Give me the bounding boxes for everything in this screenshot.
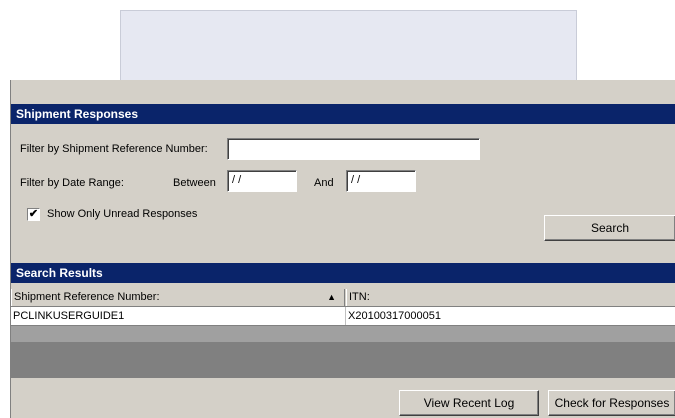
check-for-responses-button[interactable]: Check for Responses [548,390,675,416]
date-from-input[interactable]: / / [227,170,297,192]
search-results-header: Search Results [11,263,675,283]
cell-itn: X20100317000051 [348,310,441,322]
sort-ascending-icon: ▲ [327,292,336,302]
date-range-label: Filter by Date Range: [20,177,124,189]
view-recent-log-button[interactable]: View Recent Log [399,390,539,416]
shipment-responses-header: Shipment Responses [11,104,675,124]
footer-bar: View Recent Log Check for Responses [11,378,675,418]
date-to-input[interactable]: / / [346,170,416,192]
grid-empty-area [11,326,675,342]
unread-label: Show Only Unread Responses [47,208,198,220]
results-grid-header: Shipment Reference Number: ▲ ITN: [11,289,675,307]
filter-ref-label: Filter by Shipment Reference Number: [20,143,208,155]
cell-shipment-ref: PCLINKUSERGUIDE1 [11,307,346,325]
responses-window: Shipment Responses Filter by Shipment Re… [10,80,675,418]
column-shipment-ref[interactable]: Shipment Reference Number: ▲ [11,289,345,306]
column-shipment-ref-label: Shipment Reference Number: [14,291,160,303]
grid-empty-area-dark [11,342,675,378]
shipment-ref-input[interactable] [227,138,480,160]
table-row[interactable]: PCLINKUSERGUIDE1 X20100317000051 [11,307,675,326]
top-panel [120,10,577,82]
window-top-strip [11,80,675,102]
column-itn[interactable]: ITN: [346,289,675,306]
between-label: Between [173,177,216,189]
search-button[interactable]: Search [544,215,675,241]
unread-checkbox[interactable]: ✔ [27,208,40,221]
filter-ref-label-text: Filter by Shipment Reference Number: [20,143,208,155]
and-label: And [314,177,334,189]
